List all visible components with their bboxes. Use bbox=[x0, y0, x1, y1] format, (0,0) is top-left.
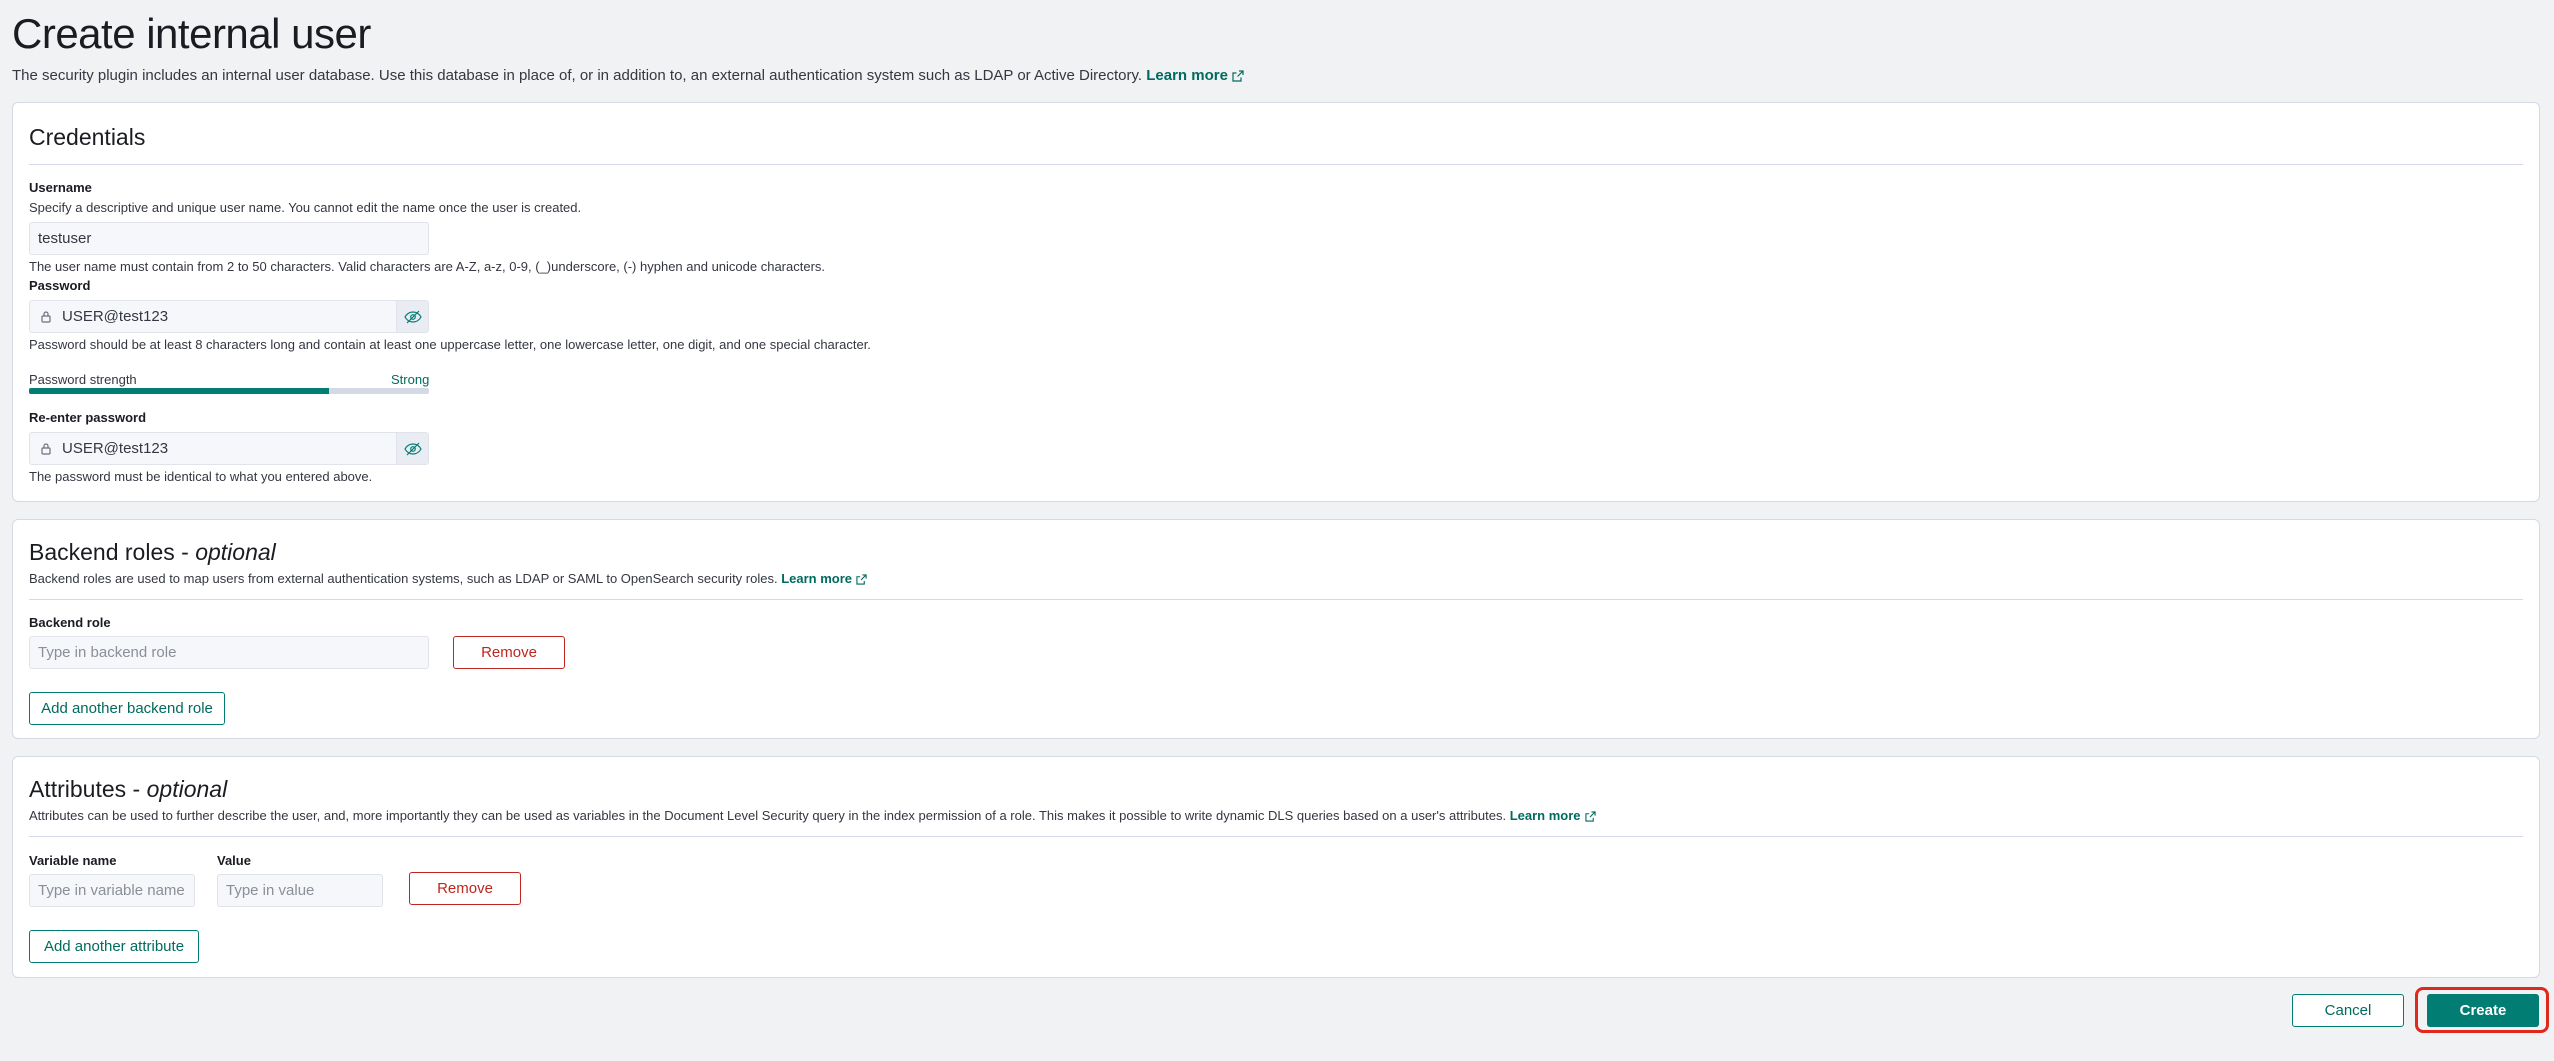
credentials-panel: Credentials Username Specify a descripti… bbox=[12, 102, 2540, 502]
password-strength-label: Password strength bbox=[29, 372, 137, 387]
divider bbox=[29, 836, 2523, 837]
value-input[interactable]: Type in value bbox=[217, 874, 383, 907]
password-help: Password should be at least 8 characters… bbox=[29, 337, 871, 352]
learn-more-link[interactable]: Learn more bbox=[1146, 67, 1244, 84]
variable-name-input[interactable]: Type in variable name bbox=[29, 874, 195, 907]
external-link-icon bbox=[1584, 811, 1596, 822]
password-input[interactable]: USER@test123 bbox=[29, 300, 429, 333]
username-value: testuser bbox=[38, 230, 92, 247]
credentials-title: Credentials bbox=[29, 124, 146, 150]
backend-role-placeholder: Type in backend role bbox=[38, 644, 177, 661]
username-help: The user name must contain from 2 to 50 … bbox=[29, 259, 826, 274]
backend-roles-description: Backend roles are used to map users from… bbox=[29, 571, 867, 586]
backend-roles-title: Backend roles - optional bbox=[29, 539, 276, 565]
password-strength-value: Strong bbox=[391, 372, 430, 387]
lock-icon bbox=[30, 310, 62, 323]
cancel-button[interactable]: Cancel bbox=[2292, 994, 2404, 1027]
variable-name-placeholder: Type in variable name bbox=[38, 882, 185, 899]
attributes-learn-more-link[interactable]: Learn more bbox=[1510, 808, 1596, 823]
create-button[interactable]: Create bbox=[2427, 994, 2539, 1027]
reenter-password-help: The password must be identical to what y… bbox=[29, 469, 373, 484]
backend-role-input[interactable]: Type in backend role bbox=[29, 636, 429, 669]
backend-role-label: Backend role bbox=[29, 615, 111, 630]
backend-roles-learn-more-link[interactable]: Learn more bbox=[781, 571, 867, 586]
add-backend-role-button[interactable]: Add another backend role bbox=[29, 692, 225, 725]
attributes-description: Attributes can be used to further descri… bbox=[29, 808, 1596, 823]
backend-roles-panel: Backend roles - optional Backend roles a… bbox=[12, 519, 2540, 739]
lock-icon bbox=[30, 442, 62, 455]
value-label: Value bbox=[217, 853, 251, 868]
attributes-panel: Attributes - optional Attributes can be … bbox=[12, 756, 2540, 978]
external-link-icon bbox=[856, 574, 867, 585]
username-label: Username bbox=[29, 180, 92, 195]
eye-closed-icon[interactable] bbox=[396, 433, 428, 464]
username-input[interactable]: testuser bbox=[29, 222, 429, 255]
password-strength-fill bbox=[29, 388, 329, 394]
value-placeholder: Type in value bbox=[226, 882, 315, 899]
variable-name-label: Variable name bbox=[29, 853, 117, 868]
attributes-title: Attributes - optional bbox=[29, 776, 228, 802]
add-attribute-button[interactable]: Add another attribute bbox=[29, 930, 199, 963]
remove-backend-role-button[interactable]: Remove bbox=[453, 636, 565, 669]
page-title: Create internal user bbox=[12, 10, 371, 57]
password-label: Password bbox=[29, 278, 91, 293]
page-description: The security plugin includes an internal… bbox=[12, 67, 1244, 84]
password-value: USER@test123 bbox=[62, 308, 169, 325]
eye-closed-icon[interactable] bbox=[396, 301, 428, 332]
divider bbox=[29, 599, 2523, 600]
external-link-icon bbox=[1232, 70, 1244, 82]
divider bbox=[29, 164, 2523, 165]
page-description-text: The security plugin includes an internal… bbox=[12, 67, 1143, 84]
username-description: Specify a descriptive and unique user na… bbox=[29, 200, 582, 215]
reenter-password-input[interactable]: USER@test123 bbox=[29, 432, 429, 465]
reenter-password-value: USER@test123 bbox=[62, 440, 169, 457]
reenter-password-label: Re-enter password bbox=[29, 410, 147, 425]
remove-attribute-button[interactable]: Remove bbox=[409, 872, 521, 905]
password-strength-bar bbox=[29, 388, 429, 394]
